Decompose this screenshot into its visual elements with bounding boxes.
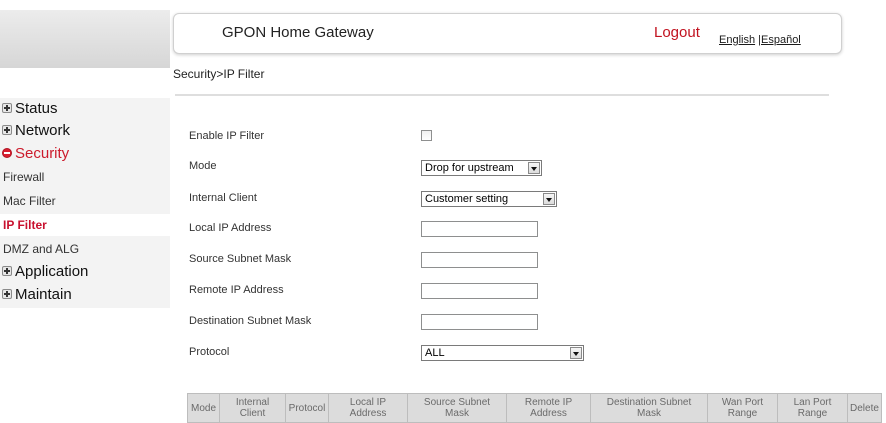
- sidebar-item-network[interactable]: Network: [0, 119, 70, 141]
- local-ip-input[interactable]: [421, 221, 538, 237]
- column-header-local-ip: Local IP Address: [328, 393, 408, 423]
- column-header-source-subnet: Source Subnet Mask: [407, 393, 507, 423]
- column-header-remote-ip: Remote IP Address: [506, 393, 591, 423]
- sidebar-item-label: Application: [15, 262, 89, 280]
- column-header-protocol: Protocol: [285, 393, 329, 423]
- dropdown-arrow-icon: [543, 193, 555, 205]
- column-header-lan-port-range: Lan Port Range: [777, 393, 848, 423]
- column-header-wan-port-range: Wan Port Range: [707, 393, 778, 423]
- sidebar-item-mac-filter[interactable]: Mac Filter: [0, 190, 56, 212]
- column-header-delete: Delete: [847, 393, 882, 423]
- sidebar-item-application[interactable]: Application: [0, 260, 88, 282]
- sidebar-header-panel: [0, 10, 170, 68]
- table-header-row: Mode Internal Client Protocol Local IP Add…: [187, 393, 882, 423]
- dropdown-arrow-icon: [528, 162, 540, 174]
- destination-subnet-label: Destination Subnet Mask: [189, 315, 312, 327]
- sidebar-item-label: Mac Filter: [3, 194, 56, 208]
- mode-select-value: Drop for upstream: [425, 162, 514, 174]
- ip-filter-rules-table: Mode Internal Client Protocol Local IP Add…: [187, 393, 882, 423]
- sidebar-item-label: DMZ and ALG: [3, 242, 80, 256]
- sidebar-item-label: Security: [15, 144, 70, 162]
- sidebar-item-label: Network: [15, 121, 71, 139]
- sidebar-item-dmz-alg[interactable]: DMZ and ALG: [0, 238, 79, 260]
- sidebar-item-ip-filter[interactable]: IP Filter: [0, 214, 173, 236]
- column-header-internal-client: Internal Client: [219, 393, 286, 423]
- sidebar-item-label: Firewall: [3, 170, 45, 184]
- enable-ip-filter-label: Enable IP Filter: [189, 130, 265, 142]
- expand-plus-icon: [2, 266, 12, 276]
- language-english-link[interactable]: English: [719, 34, 755, 46]
- internal-client-select[interactable]: Customer setting: [421, 191, 557, 207]
- destination-subnet-input[interactable]: [421, 314, 538, 330]
- logout-link[interactable]: Logout: [654, 24, 700, 41]
- top-header: GPON Home Gateway Logout English |Españo…: [173, 13, 842, 54]
- section-divider: [175, 94, 829, 96]
- mode-select[interactable]: Drop for upstream: [421, 160, 542, 176]
- sidebar-item-firewall[interactable]: Firewall: [0, 166, 44, 188]
- column-header-mode: Mode: [187, 393, 220, 423]
- expand-plus-icon: [2, 289, 12, 299]
- app-title: GPON Home Gateway: [222, 24, 374, 41]
- source-subnet-label: Source Subnet Mask: [189, 253, 292, 265]
- expand-plus-icon: [2, 103, 12, 113]
- protocol-label: Protocol: [189, 346, 230, 358]
- language-spanish-link[interactable]: Español: [761, 34, 801, 46]
- dropdown-arrow-icon: [570, 347, 582, 359]
- local-ip-label: Local IP Address: [189, 222, 272, 234]
- sidebar-item-label: Maintain: [15, 285, 72, 303]
- column-header-destination-subnet: Destination Subnet Mask: [590, 393, 708, 423]
- sidebar-item-status[interactable]: Status: [0, 97, 58, 119]
- collapse-minus-icon: [2, 148, 12, 158]
- enable-ip-filter-checkbox[interactable]: [421, 130, 432, 141]
- mode-label: Mode: [189, 160, 217, 172]
- expand-plus-icon: [2, 125, 12, 135]
- internal-client-select-value: Customer setting: [425, 193, 509, 205]
- protocol-select-value: ALL: [425, 347, 445, 359]
- sidebar-item-label: Status: [15, 99, 58, 117]
- sidebar-item-security[interactable]: Security: [0, 142, 69, 164]
- protocol-select[interactable]: ALL: [421, 345, 584, 361]
- internal-client-label: Internal Client: [189, 192, 257, 204]
- source-subnet-input[interactable]: [421, 252, 538, 268]
- sidebar-item-maintain[interactable]: Maintain: [0, 283, 72, 305]
- breadcrumb: Security>IP Filter: [173, 67, 265, 81]
- remote-ip-label: Remote IP Address: [189, 284, 284, 296]
- sidebar-item-label: IP Filter: [3, 218, 47, 232]
- remote-ip-input[interactable]: [421, 283, 538, 299]
- language-switcher: English |Español: [719, 34, 801, 46]
